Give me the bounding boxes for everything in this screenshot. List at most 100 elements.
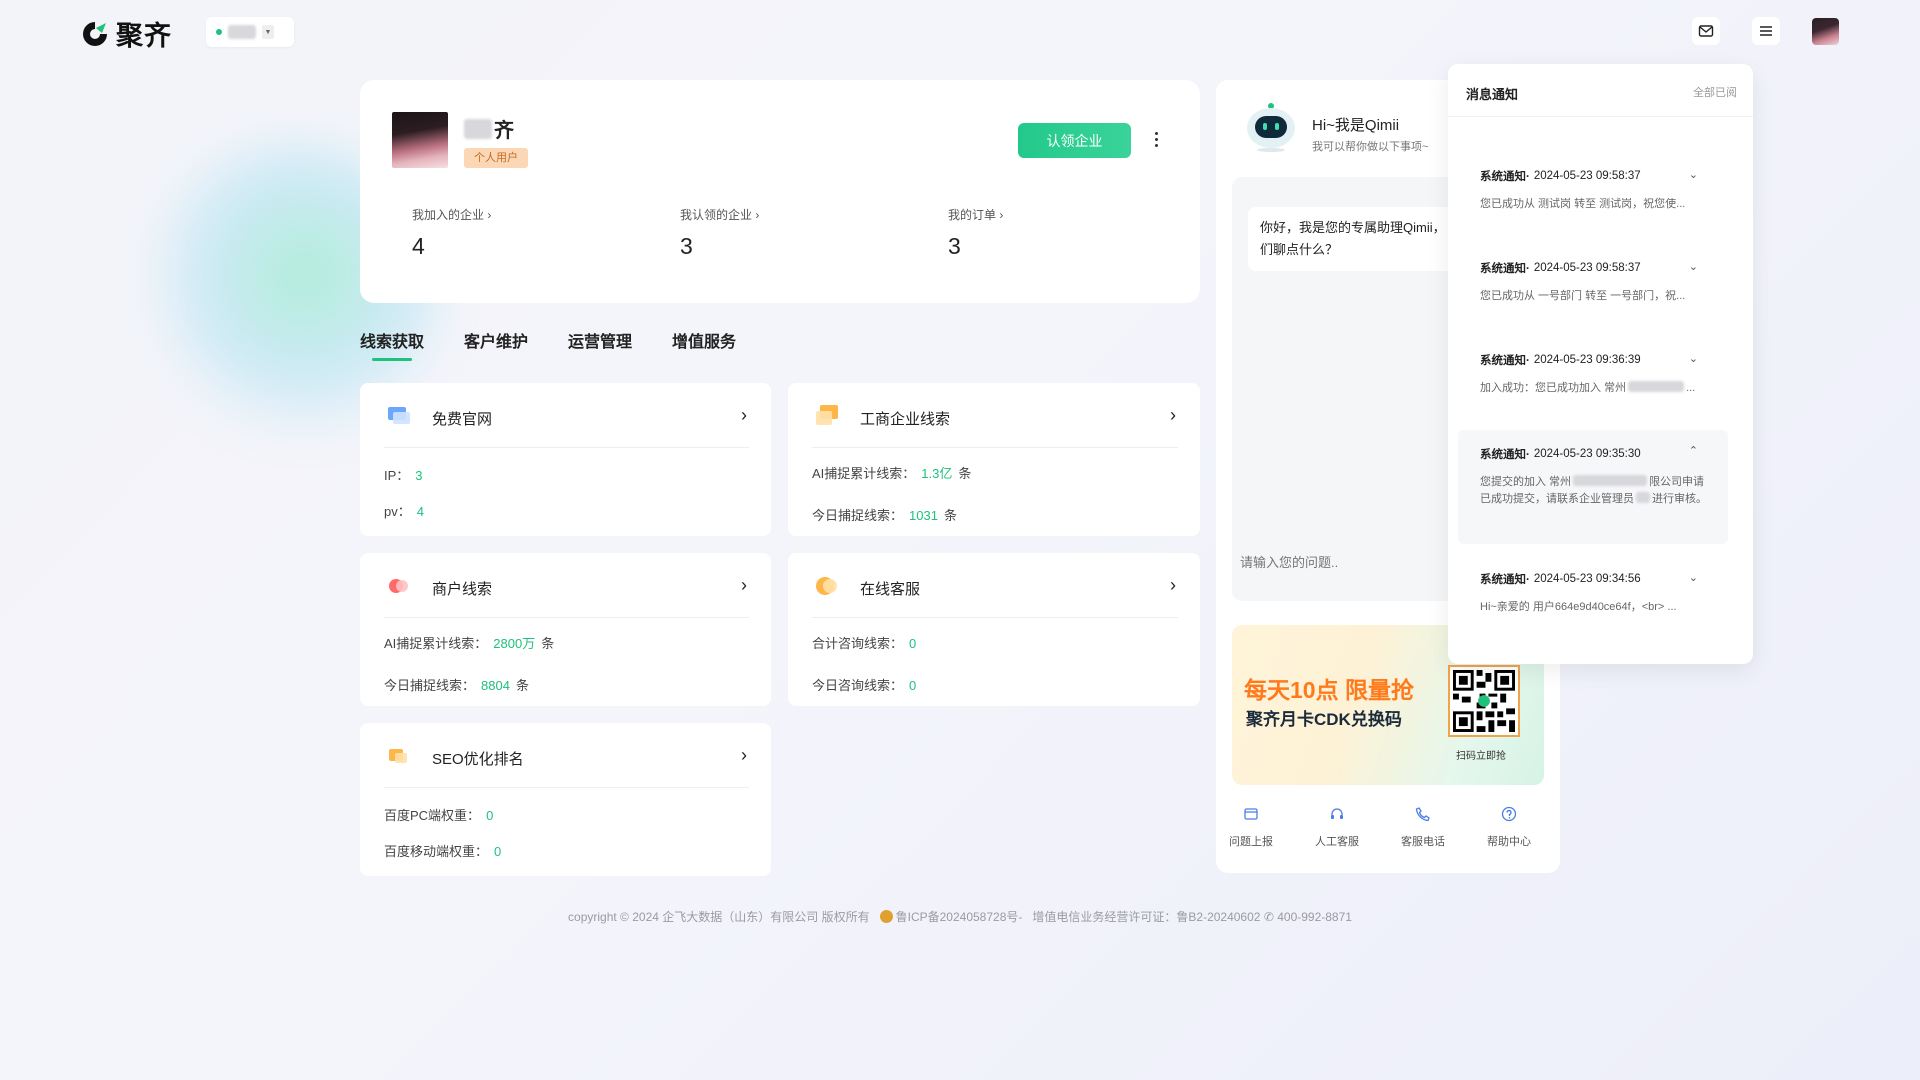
brand-logo[interactable]: 聚齐 bbox=[80, 14, 172, 53]
metric-value: 0 bbox=[486, 808, 494, 823]
card-merchant-leads[interactable]: 商户线索 › AI捕捉累计线索： 2800万条 今日捕捉线索： 8804 条 bbox=[360, 553, 771, 706]
metric-value: 1031 bbox=[909, 508, 938, 523]
user-avatar[interactable] bbox=[1812, 18, 1839, 45]
card-free-website[interactable]: 免费官网 › IP： 3 pv： 4 bbox=[360, 383, 771, 536]
metric-row: IP： 3 bbox=[384, 465, 423, 484]
assistant-subtitle: 我可以帮你做以下事项~ bbox=[1312, 141, 1429, 153]
promo-subtitle: 聚齐月卡CDK兑换码 bbox=[1246, 710, 1402, 729]
metric-row: 今日咨询线索： 0 bbox=[812, 675, 916, 694]
notification-text: 您已成功从 一号部门 转至 一号部门，祝... bbox=[1480, 290, 1686, 302]
chevron-right-icon[interactable]: › bbox=[1170, 405, 1176, 426]
chevron-right-icon: › bbox=[755, 208, 760, 222]
tab-value-added[interactable]: 增值服务 bbox=[672, 328, 736, 361]
metric-row: 今日捕捉线索： 8804 条 bbox=[384, 675, 529, 694]
mark-all-read-button[interactable]: 全部已阅 bbox=[1693, 84, 1737, 100]
headset-icon bbox=[1331, 808, 1343, 819]
tab-lead-acquisition[interactable]: 线索获取 bbox=[360, 328, 424, 361]
license-text: 增值电信业务经营许可证：鲁B2-20240602 bbox=[1032, 910, 1261, 924]
menu-button[interactable] bbox=[1752, 17, 1780, 45]
notification-text-tail: ... bbox=[1686, 382, 1696, 394]
claim-enterprise-button[interactable]: 认领企业 bbox=[1018, 123, 1131, 158]
notification-item[interactable]: 系统通知· 2024-05-23 09:34:56 ⌄ Hi~亲爱的 用户664e… bbox=[1458, 571, 1728, 631]
stat-value: 4 bbox=[412, 233, 425, 259]
user-type-badge: 个人用户 bbox=[464, 148, 528, 168]
icp-link[interactable]: 鲁ICP备2024058728号- bbox=[896, 910, 1023, 924]
building-icon bbox=[816, 405, 838, 425]
footer-label: 问题上报 bbox=[1229, 836, 1273, 848]
metric-row: 今日捕捉线索： 1031 条 bbox=[812, 505, 957, 524]
metric-label: 今日捕捉线索： bbox=[384, 678, 476, 693]
report-issue-button[interactable]: 问题上报 bbox=[1216, 806, 1286, 849]
mail-button[interactable] bbox=[1692, 17, 1720, 45]
more-options-icon[interactable] bbox=[1152, 128, 1160, 152]
metric-row: 百度PC端权重： 0 bbox=[384, 805, 493, 824]
category-tabs: 线索获取 客户维护 运营管理 增值服务 bbox=[360, 328, 736, 361]
notification-title: 消息通知 bbox=[1466, 87, 1519, 102]
stat-my-orders[interactable]: 我的订单 › 3 bbox=[948, 206, 1003, 260]
help-icon bbox=[1501, 806, 1517, 822]
metric-unit: 条 bbox=[958, 466, 972, 481]
divider bbox=[384, 617, 749, 618]
notification-time: 2024-05-23 09:58:37 bbox=[1533, 170, 1641, 182]
chevron-right-icon[interactable]: › bbox=[741, 745, 747, 766]
footer-label: 人工客服 bbox=[1315, 836, 1359, 848]
chevron-down-icon[interactable]: ⌄ bbox=[1689, 168, 1698, 181]
card-online-service[interactable]: 在线客服 › 合计咨询线索： 0 今日咨询线索： 0 bbox=[788, 553, 1200, 706]
menu-icon bbox=[1760, 26, 1772, 36]
metric-unit: 条 bbox=[515, 678, 529, 693]
human-service-button[interactable]: 人工客服 bbox=[1302, 806, 1372, 849]
card-seo-ranking[interactable]: SEO优化排名 › 百度PC端权重： 0 百度移动端权重： 0 bbox=[360, 723, 771, 876]
metric-label: 百度PC端权重： bbox=[384, 808, 481, 823]
card-business-leads[interactable]: 工商企业线索 › AI捕捉累计线索： 1.3亿条 今日捕捉线索： 1031 条 bbox=[788, 383, 1200, 536]
metric-label: 百度移动端权重： bbox=[384, 844, 489, 859]
notification-text: Hi~亲爱的 用户664e9d40ce64f，<br> ... bbox=[1480, 601, 1677, 613]
notification-time: 2024-05-23 09:34:56 bbox=[1533, 573, 1641, 585]
profile-card: 齐 个人用户 认领企业 我加入的企业 › 4 我认领的企业 › 3 我的订单 ›… bbox=[360, 80, 1200, 303]
chat-bubble-icon bbox=[816, 577, 837, 595]
card-title: 免费官网 bbox=[432, 411, 493, 428]
chevron-down-icon[interactable]: ⌄ bbox=[1689, 260, 1698, 273]
help-center-button[interactable]: 帮助中心 bbox=[1474, 806, 1544, 849]
metric-value: 2800万 bbox=[493, 636, 536, 651]
tab-customer-maintenance[interactable]: 客户维护 bbox=[464, 328, 528, 361]
notification-item[interactable]: 系统通知· 2024-05-23 09:58:37 ⌄ 您已成功从 测试岗 转至 … bbox=[1458, 168, 1728, 228]
name-redacted bbox=[464, 118, 492, 139]
metric-value: 0 bbox=[494, 844, 502, 859]
divider bbox=[384, 447, 749, 448]
metric-value: 8804 bbox=[481, 678, 510, 693]
profile-avatar bbox=[392, 112, 448, 168]
caret-icon: ▼ bbox=[262, 25, 274, 39]
police-emblem-icon bbox=[879, 910, 893, 923]
chevron-down-icon[interactable]: ⌄ bbox=[1689, 571, 1698, 584]
chevron-right-icon: › bbox=[487, 208, 492, 222]
chevron-down-icon[interactable]: ⌄ bbox=[1689, 352, 1698, 365]
logo-icon bbox=[83, 21, 107, 46]
notification-item-expanded[interactable]: 系统通知· 2024-05-23 09:35:30 ⌃ 您提交的加入 常州 限公司申… bbox=[1458, 430, 1728, 544]
notification-item[interactable]: 系统通知· 2024-05-23 09:36:39 ⌄ 加入成功：您已成功加入 常… bbox=[1458, 352, 1728, 412]
stat-claimed-enterprises[interactable]: 我认领的企业 › 3 bbox=[680, 206, 759, 260]
stat-label: 我认领的企业 bbox=[680, 208, 753, 222]
chevron-up-icon[interactable]: ⌃ bbox=[1689, 444, 1698, 457]
notification-item[interactable]: 系统通知· 2024-05-23 09:58:37 ⌄ 您已成功从 一号部门 转至… bbox=[1458, 260, 1728, 320]
chevron-right-icon[interactable]: › bbox=[1170, 575, 1176, 596]
stat-joined-enterprises[interactable]: 我加入的企业 › 4 bbox=[412, 206, 491, 260]
seo-icon bbox=[389, 749, 407, 763]
phone-icon: ✆ bbox=[1263, 910, 1274, 924]
notification-text-tail: 进行审核。 bbox=[1652, 493, 1707, 505]
robot-avatar-icon bbox=[1247, 103, 1295, 152]
redacted-text bbox=[1636, 492, 1650, 503]
metric-value: 0 bbox=[909, 636, 917, 651]
chevron-right-icon[interactable]: › bbox=[741, 405, 747, 426]
copyright-text: copyright © 2024 企飞大数据（山东）有限公司 版权所有 bbox=[568, 910, 870, 924]
chevron-right-icon[interactable]: › bbox=[741, 575, 747, 596]
chevron-right-icon: › bbox=[999, 208, 1004, 222]
redacted-text bbox=[1573, 475, 1648, 486]
tab-operations[interactable]: 运营管理 bbox=[568, 328, 632, 361]
enterprise-selector[interactable]: ▼ bbox=[206, 17, 294, 47]
name-suffix: 齐 bbox=[494, 120, 514, 142]
footer-label: 帮助中心 bbox=[1487, 836, 1531, 848]
metric-label: pv： bbox=[384, 504, 411, 519]
promo-headline: 每天10点 限量抢 bbox=[1244, 677, 1414, 703]
service-phone-button[interactable]: 客服电话 bbox=[1388, 806, 1458, 849]
metric-label: 今日捕捉线索： bbox=[812, 508, 904, 523]
